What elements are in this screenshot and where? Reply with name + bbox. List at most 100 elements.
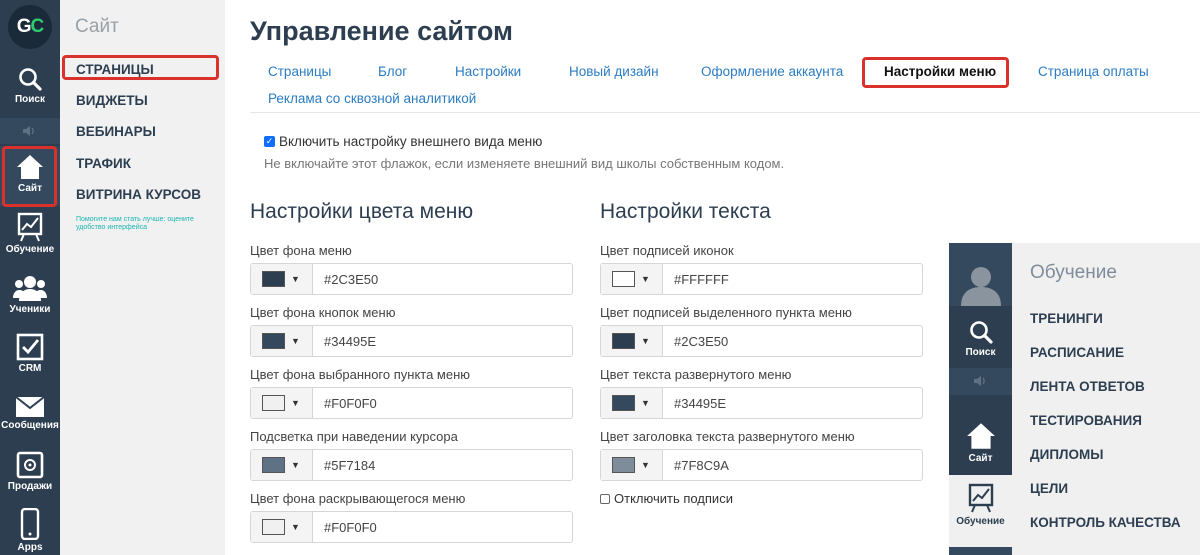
preview-avatar — [949, 243, 1012, 306]
color-value-input[interactable]: #2C3E50 — [663, 326, 728, 356]
tab-analytics-ads[interactable]: Реклама со сквозной аналитикой — [268, 91, 476, 106]
color-swatch — [262, 519, 285, 535]
color-picker-button[interactable]: ▼ — [251, 326, 313, 356]
nav-crm-label: CRM — [18, 363, 42, 374]
preview-speaker — [949, 375, 1012, 387]
sidebar-item-showcase[interactable]: ВИТРИНА КУРСОВ — [76, 187, 201, 202]
nav-students[interactable]: Ученики — [0, 274, 60, 315]
color-value-input[interactable]: #F0F0F0 — [313, 512, 377, 542]
nav-sales[interactable]: Продажи — [0, 451, 60, 492]
tab-settings[interactable]: Настройки — [455, 64, 521, 79]
preview-menu-item: РАСПИСАНИЕ — [1030, 345, 1125, 360]
caret-down-icon: ▼ — [291, 522, 300, 532]
color-picker-button[interactable]: ▼ — [251, 512, 313, 542]
nav-search-label: Поиск — [14, 94, 45, 105]
preview-education-label: Обучение — [956, 516, 1005, 527]
color-picker-button[interactable]: ▼ — [251, 264, 313, 294]
enable-menu-settings[interactable]: ✓ Включить настройку внешнего вида меню — [264, 134, 542, 149]
nav-apps-label: Apps — [17, 542, 43, 553]
menu-bg-color-field: ▼ #2C3E50 — [250, 263, 573, 295]
selected-item-bg-color-field: ▼ #F0F0F0 — [250, 387, 573, 419]
sidebar-item-webinars[interactable]: ВЕБИНАРЫ — [76, 124, 156, 139]
checkbox-unchecked[interactable] — [600, 493, 610, 504]
phone-icon — [20, 508, 40, 540]
preview-menu-item: ТЕСТИРОВАНИЯ — [1030, 413, 1142, 428]
highlight-pages — [62, 55, 219, 80]
color-value-input[interactable]: #5F7184 — [313, 450, 375, 480]
caret-down-icon: ▼ — [291, 336, 300, 346]
color-swatch — [612, 395, 635, 411]
tab-pages[interactable]: Страницы — [268, 64, 331, 79]
sidebar-item-widgets[interactable]: ВИДЖЕТЫ — [76, 93, 148, 108]
preview-search-label: Поиск — [965, 347, 996, 358]
preview-menu-item: ЛЕНТА ОТВЕТОВ — [1030, 379, 1145, 394]
color-picker-button[interactable]: ▼ — [601, 388, 663, 418]
selected-label-color-field: ▼ #2C3E50 — [600, 325, 923, 357]
field-label: Цвет фона кнопок меню — [250, 305, 396, 320]
field-label: Цвет заголовка текста развернутого меню — [600, 429, 855, 444]
color-swatch — [262, 271, 285, 287]
sidebar-item-traffic[interactable]: ТРАФИК — [76, 156, 131, 171]
logo-g: G — [16, 16, 32, 37]
color-picker-button[interactable]: ▼ — [251, 450, 313, 480]
color-swatch — [612, 457, 635, 473]
text-settings-title: Настройки текста — [600, 200, 771, 223]
color-settings-title: Настройки цвета меню — [250, 200, 474, 223]
nav-search[interactable]: Поиск — [0, 66, 60, 105]
highlight-site-nav — [2, 146, 57, 207]
preview-menu-item: ТРЕНИНГИ — [1030, 311, 1103, 326]
chart-board-icon — [968, 483, 993, 513]
color-value-input[interactable]: #34495E — [313, 326, 376, 356]
caret-down-icon: ▼ — [291, 398, 300, 408]
nav-apps[interactable]: Apps — [0, 508, 60, 553]
sidebar-title: Сайт — [75, 16, 119, 37]
color-picker-button[interactable]: ▼ — [601, 264, 663, 294]
nav-messages[interactable]: Сообщения — [0, 396, 60, 431]
feedback-link[interactable]: Помогите нам стать лучше: оцените удобст… — [76, 216, 224, 232]
color-picker-button[interactable]: ▼ — [601, 326, 663, 356]
field-label: Подсветка при наведении курсора — [250, 429, 458, 444]
tab-account-design[interactable]: Оформление аккаунта — [701, 64, 843, 79]
menu-preview: Поиск Сайт Обучение Обучение ТРЕНИНГИ РА… — [949, 243, 1200, 555]
nav-mute[interactable] — [0, 118, 60, 144]
chart-board-icon — [17, 212, 43, 242]
tabs-divider — [250, 112, 1200, 113]
logo[interactable]: GC — [8, 5, 52, 49]
checkbox-checked[interactable]: ✓ — [264, 136, 275, 147]
tab-payment-page[interactable]: Страница оплаты — [1038, 64, 1149, 79]
preview-menu-item: ЦЕЛИ — [1030, 481, 1069, 496]
color-value-input[interactable]: #7F8C9A — [663, 450, 729, 480]
field-label: Цвет подписей выделенного пункта меню — [600, 305, 852, 320]
caret-down-icon: ▼ — [641, 336, 650, 346]
nav-crm[interactable]: CRM — [0, 333, 60, 374]
safe-icon — [16, 451, 44, 479]
icon-labels-color-field: ▼ #FFFFFF — [600, 263, 923, 295]
tab-blog[interactable]: Блог — [378, 64, 407, 79]
color-value-input[interactable]: #34495E — [663, 388, 726, 418]
preview-search-item: Поиск — [949, 319, 1012, 358]
speaker-icon — [23, 126, 34, 136]
disable-labels[interactable]: Отключить подписи — [600, 491, 733, 506]
preview-footer — [949, 547, 1012, 555]
preview-title: Обучение — [1030, 262, 1117, 283]
checkbox-icon — [16, 333, 44, 361]
highlight-menu-tab — [862, 57, 1009, 88]
expanded-text-color-field: ▼ #34495E — [600, 387, 923, 419]
caret-down-icon: ▼ — [641, 274, 650, 284]
color-picker-button[interactable]: ▼ — [251, 388, 313, 418]
tab-new-design[interactable]: Новый дизайн — [569, 64, 659, 79]
field-label: Цвет фона меню — [250, 243, 352, 258]
color-value-input[interactable]: #FFFFFF — [663, 264, 729, 294]
enable-menu-settings-label: Включить настройку внешнего вида меню — [279, 134, 543, 149]
nav-education[interactable]: Обучение — [0, 212, 60, 255]
button-bg-color-field: ▼ #34495E — [250, 325, 573, 357]
color-picker-button[interactable]: ▼ — [601, 450, 663, 480]
color-value-input[interactable]: #2C3E50 — [313, 264, 378, 294]
color-value-input[interactable]: #F0F0F0 — [313, 388, 377, 418]
page-title: Управление сайтом — [250, 16, 513, 46]
search-icon — [19, 68, 42, 91]
user-avatar-icon — [960, 267, 1001, 306]
field-label: Цвет фона раскрывающегося меню — [250, 491, 466, 506]
disable-labels-label: Отключить подписи — [614, 491, 733, 506]
preview-education-item: Обучение — [949, 483, 1012, 527]
